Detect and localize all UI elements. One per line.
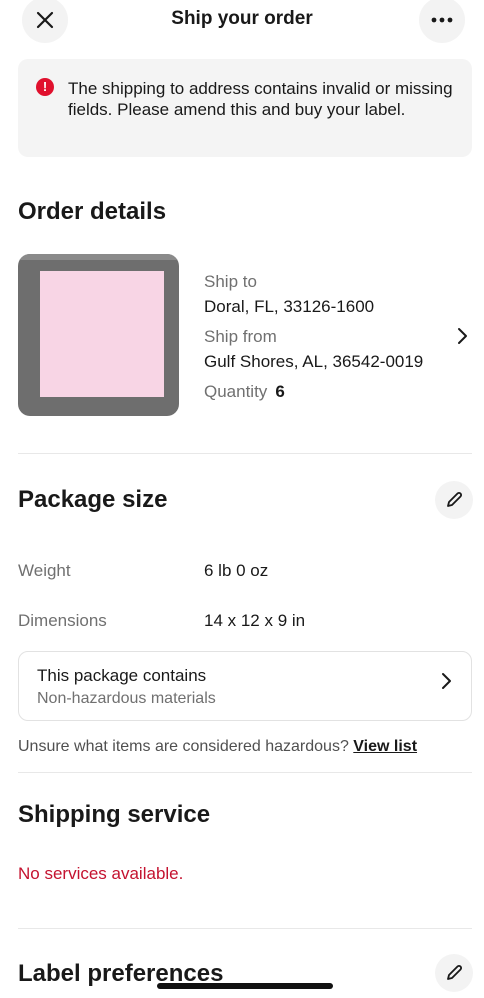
quantity-label: Quantity (204, 382, 268, 401)
ship-to-value: Doral, FL, 33126-1600 (204, 297, 375, 316)
ship-from-value: Gulf Shores, AL, 36542-0019 (204, 352, 424, 371)
chevron-right-icon (458, 328, 467, 344)
top-bar: Ship your order (0, 0, 484, 44)
quantity-value: 6 (275, 382, 285, 401)
package-contents-card[interactable]: This package contains Non-hazardous mate… (18, 651, 472, 721)
order-summary-link[interactable]: Ship to Doral, FL, 33126-1600 Ship from … (202, 254, 484, 416)
no-services-message: No services available. (18, 864, 184, 883)
package-contents-title: This package contains (37, 666, 207, 685)
package-size-title: Package size (18, 486, 168, 513)
chevron-right-icon (442, 673, 451, 689)
weight-label: Weight (18, 561, 71, 580)
thumbnail-image (40, 271, 164, 397)
item-thumbnail (18, 254, 179, 416)
order-details-title: Order details (18, 198, 167, 225)
edit-package-size-button[interactable] (435, 481, 473, 519)
page-title: Ship your order (171, 8, 313, 29)
error-alert: ! The shipping to address contains inval… (18, 59, 472, 157)
ship-to-label: Ship to (204, 272, 257, 291)
divider (18, 772, 472, 773)
hazard-question: Unsure what items are considered hazardo… (18, 738, 349, 755)
quantity-row: Quantity 6 (204, 382, 285, 402)
package-contents-value: Non-hazardous materials (37, 690, 216, 707)
divider (18, 928, 472, 929)
more-options-button[interactable] (419, 0, 465, 43)
shipping-service-title: Shipping service (18, 801, 211, 828)
weight-value: 6 lb 0 oz (204, 561, 269, 580)
more-horizontal-icon (431, 17, 453, 23)
view-list-link[interactable]: View list (353, 738, 417, 755)
dimensions-label: Dimensions (18, 611, 107, 630)
ship-from-label: Ship from (204, 327, 277, 346)
error-icon: ! (36, 78, 54, 96)
edit-label-preferences-button[interactable] (435, 954, 473, 992)
pencil-icon (447, 492, 462, 507)
pencil-icon (447, 965, 462, 980)
divider (18, 453, 472, 454)
hazard-note: Unsure what items are considered hazardo… (18, 738, 478, 756)
alert-message: The shipping to address contains invalid… (68, 79, 453, 119)
home-indicator (157, 983, 333, 989)
dimensions-value: 14 x 12 x 9 in (204, 611, 306, 630)
thumbnail-edge (18, 254, 179, 260)
